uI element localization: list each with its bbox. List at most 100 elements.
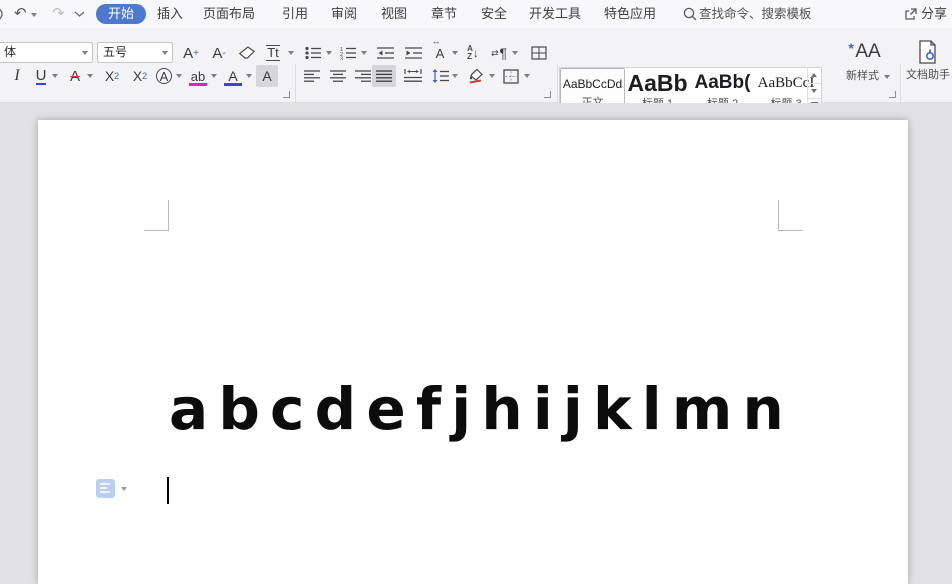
subscript-button[interactable]: X2 [127, 65, 153, 87]
tab-page-layout[interactable]: 页面布局 [203, 0, 255, 28]
decrease-indent-button[interactable] [373, 42, 397, 64]
char-shading-button[interactable]: A [256, 65, 278, 87]
text-effects-button[interactable]: A [153, 65, 175, 87]
tab-dev-tools[interactable]: 开发工具 [529, 0, 581, 28]
doc-assistant-label: 文档助手 [906, 66, 952, 82]
search-icon[interactable] [683, 7, 697, 21]
paragraph-group-launcher[interactable] [544, 91, 551, 98]
phonetic-guide-button[interactable]: Tt [261, 42, 285, 64]
text-cursor [167, 477, 169, 504]
underline-dropdown-arrow[interactable] [52, 74, 58, 78]
line-spacing-dropdown-arrow[interactable] [452, 74, 458, 78]
margin-mark-topright-vertical [778, 200, 779, 231]
align-left-button[interactable] [300, 65, 324, 87]
tab-view[interactable]: 视图 [381, 0, 407, 28]
tab-security[interactable]: 安全 [481, 0, 507, 28]
paste-options-button[interactable] [96, 479, 115, 498]
new-style-icon: * AA [855, 40, 880, 64]
char-scale-dropdown-arrow[interactable] [452, 51, 458, 55]
tab-review[interactable]: 审阅 [331, 0, 357, 28]
new-style-dropdown-arrow[interactable] [884, 75, 890, 79]
tab-section[interactable]: 章节 [431, 0, 457, 28]
shading-dropdown-arrow[interactable] [489, 74, 495, 78]
font-group-launcher[interactable] [283, 91, 290, 98]
tab-insert[interactable]: 插入 [157, 0, 183, 28]
highlight-dropdown-arrow[interactable] [211, 74, 217, 78]
font-name-combo[interactable]: 体 [0, 42, 93, 63]
text-effects-icon: A [156, 68, 172, 84]
shrink-font-button[interactable]: A- [206, 42, 232, 64]
shading-button[interactable] [464, 65, 488, 87]
share-button[interactable]: 分享 [921, 0, 947, 28]
grow-font-button[interactable]: A+ [178, 42, 204, 64]
bullet-list-icon [305, 46, 321, 60]
strikethrough-dropdown-arrow[interactable] [87, 74, 93, 78]
align-left-icon [304, 69, 320, 83]
undo-dropdown-arrow[interactable] [31, 13, 37, 17]
char-scale-button[interactable]: ↔ A [429, 42, 451, 64]
redo-button[interactable]: ↷ [52, 3, 65, 25]
text-effects-dropdown-arrow[interactable] [176, 74, 182, 78]
borders-dropdown-arrow[interactable] [524, 74, 530, 78]
line-spacing-button[interactable] [428, 65, 452, 87]
font-name-dropdown-arrow[interactable] [82, 51, 88, 55]
font-size-dropdown-arrow[interactable] [162, 51, 168, 55]
numbering-dropdown-arrow[interactable] [361, 51, 367, 55]
new-style-button[interactable]: * AA 新样式 [840, 40, 896, 90]
increase-indent-button[interactable] [401, 42, 425, 64]
underline-button[interactable]: U [30, 65, 52, 87]
shading-bucket-icon [467, 68, 485, 84]
align-center-button[interactable] [326, 65, 350, 87]
phonetic-dropdown-arrow[interactable] [288, 51, 294, 55]
justify-icon [376, 69, 392, 83]
style-heading2-preview: AaBb( [690, 70, 755, 96]
tab-special-apps[interactable]: 特色应用 [604, 0, 656, 28]
font-color-glyph: A [228, 68, 237, 84]
font-color-dropdown-arrow[interactable] [246, 74, 252, 78]
distribute-button[interactable] [400, 65, 426, 87]
italic-button[interactable]: I [6, 65, 28, 87]
paste-options-dropdown-arrow[interactable] [121, 487, 127, 491]
increase-indent-icon [405, 46, 422, 60]
tab-home[interactable]: 开始 [96, 4, 146, 24]
share-icon[interactable] [904, 7, 918, 21]
styles-scroll-up-button[interactable] [808, 68, 821, 83]
bullets-button[interactable] [302, 42, 324, 64]
doc-assistant-button[interactable]: 文档助手 [906, 40, 952, 90]
document-body-text[interactable]: a b c d e f j h i j k l m n [169, 375, 778, 443]
strikethrough-button[interactable]: A [64, 65, 86, 87]
phonetic-guide-icon: Tt [266, 45, 280, 61]
styles-group-launcher[interactable] [889, 91, 896, 98]
shrink-font-minus: - [222, 48, 225, 59]
clear-format-button[interactable] [234, 42, 260, 64]
underline-glyph: U [36, 68, 47, 85]
bullets-dropdown-arrow[interactable] [326, 51, 332, 55]
customize-toolbar-button[interactable] [74, 9, 85, 19]
superscript-button[interactable]: X2 [99, 65, 125, 87]
font-color-button[interactable]: A [221, 65, 245, 87]
search-command-box[interactable]: 查找命令、搜索模板 [699, 0, 812, 28]
margin-mark-topleft-horizontal [144, 230, 169, 231]
tab-references[interactable]: 引用 [282, 0, 308, 28]
show-marks-button[interactable]: ⇄¶ [488, 42, 510, 64]
borders-button[interactable] [499, 65, 523, 87]
document-page[interactable] [38, 120, 908, 584]
justify-button[interactable] [372, 65, 396, 87]
wps-writer-window: { "tabbar": { "quick_access": { "undo_gl… [0, 0, 952, 584]
numbering-button[interactable]: 123 [337, 42, 359, 64]
margin-mark-topleft-vertical [168, 200, 169, 231]
font-size-combo[interactable]: 五号 [97, 42, 173, 63]
styles-scroll-down-button[interactable] [808, 83, 821, 98]
undo-button[interactable]: ↶ [14, 3, 27, 25]
sort-button[interactable]: AZ ↓ [461, 42, 485, 64]
show-marks-dropdown-arrow[interactable] [512, 51, 518, 55]
highlight-button[interactable]: ab [186, 65, 210, 87]
document-area: a b c d e f j h i j k l m n [0, 103, 952, 584]
char-scale-icon: ↔ A [436, 46, 445, 61]
line-spacing-icon [432, 69, 449, 83]
text-tools-button[interactable] [527, 42, 551, 64]
shrink-font-glyph: A [212, 45, 222, 62]
decrease-indent-icon [377, 46, 394, 60]
document-assistant-icon [918, 40, 938, 64]
font-color-bar [224, 83, 242, 86]
